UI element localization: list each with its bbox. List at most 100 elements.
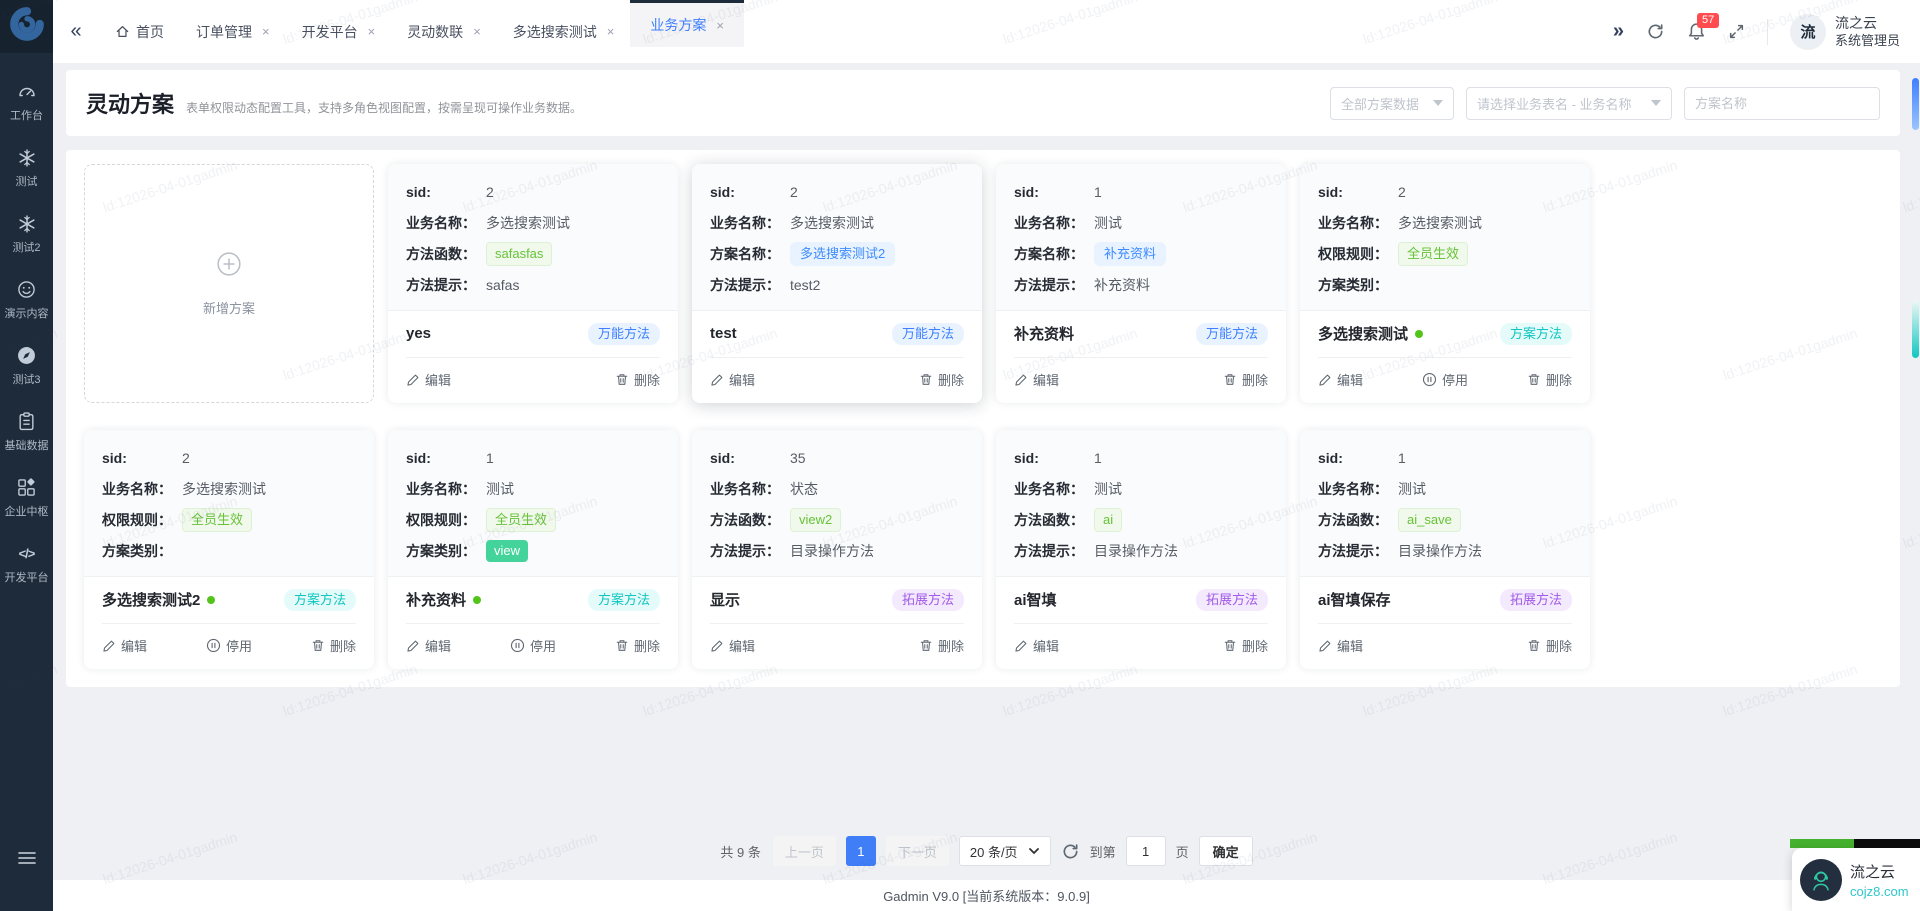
sidebar-item-测试3[interactable]: 测试3 [0, 333, 53, 399]
chat-widget[interactable]: 流之云 cojz8.com [1792, 848, 1920, 911]
tab-业务方案[interactable]: 业务方案× [630, 0, 744, 47]
scrollbar-thumb-top[interactable] [1912, 78, 1919, 130]
plus-circle-icon [216, 251, 242, 282]
table-filter-select[interactable]: 请选择业务表名 - 业务名称 [1466, 87, 1672, 120]
tab-灵动数联[interactable]: 灵动数联× [391, 0, 497, 63]
plan-name: 多选搜索测试2 [102, 589, 215, 610]
smiley-icon [17, 280, 37, 300]
pagination: 共 9 条 上一页 1 下一页 20 条/页 到第 页 确定 [720, 836, 1252, 866]
card-field-row: 方法提示：目录操作方法 [710, 535, 964, 566]
delete-icon [919, 372, 933, 387]
expand-tabs-icon[interactable]: » [1613, 20, 1624, 43]
field-label: 业务名称： [1014, 213, 1094, 233]
card-field-row: 方案类别： [102, 535, 356, 566]
method-type-badge: 万能方法 [892, 323, 964, 345]
field-value: 1 [1094, 184, 1102, 200]
next-page-button[interactable]: 下一页 [886, 836, 949, 866]
goto-confirm-button[interactable]: 确定 [1199, 836, 1253, 866]
编辑-action-button[interactable]: 编辑 [102, 636, 147, 655]
sidebar-item-工作台[interactable]: 工作台 [0, 69, 53, 135]
add-plan-card[interactable]: 新增方案 [84, 164, 374, 403]
page-size-select[interactable]: 20 条/页 [959, 836, 1051, 866]
add-plan-label: 新增方案 [203, 298, 255, 317]
scrollbar-thumb[interactable] [1912, 300, 1919, 358]
collapse-tabs-icon[interactable]: « [53, 0, 99, 63]
删除-action-button[interactable]: 删除 [1527, 370, 1572, 389]
card-name-row: 多选搜索测试方案方法 [1300, 310, 1590, 357]
card-info: sid:1业务名称：测试方法函数：ai_save方法提示：目录操作方法 [1300, 430, 1590, 576]
sidebar-item-演示内容[interactable]: 演示内容 [0, 267, 53, 333]
编辑-action-button[interactable]: 编辑 [406, 636, 451, 655]
delete-icon [311, 638, 325, 653]
删除-action-button[interactable]: 删除 [919, 370, 964, 389]
编辑-action-button[interactable]: 编辑 [1014, 636, 1059, 655]
删除-action-button[interactable]: 删除 [1223, 370, 1268, 389]
plan-name-input[interactable] [1684, 87, 1880, 120]
编辑-action-button[interactable]: 编辑 [1318, 636, 1363, 655]
field-label: sid: [102, 450, 182, 466]
删除-action-button[interactable]: 删除 [1223, 636, 1268, 655]
编辑-action-button[interactable]: 编辑 [406, 370, 451, 389]
field-value: safas [486, 277, 519, 293]
删除-action-button[interactable]: 删除 [311, 636, 356, 655]
tab-close-icon[interactable]: × [368, 24, 376, 39]
action-label: 删除 [1242, 370, 1268, 389]
编辑-action-button[interactable]: 编辑 [710, 370, 755, 389]
删除-action-button[interactable]: 删除 [615, 636, 660, 655]
编辑-action-button[interactable]: 编辑 [1014, 370, 1059, 389]
停用-action-button[interactable]: 停用 [1422, 370, 1468, 389]
tab-close-icon[interactable]: × [607, 24, 615, 39]
card-field-row: 方法提示：目录操作方法 [1014, 535, 1268, 566]
sidebar-item-基础数据[interactable]: 基础数据 [0, 399, 53, 465]
field-label: 业务名称： [406, 213, 486, 233]
停用-action-button[interactable]: 停用 [510, 636, 556, 655]
card-field-row: 方案名称：补充资料 [1014, 238, 1268, 269]
编辑-action-button[interactable]: 编辑 [710, 636, 755, 655]
编辑-action-button[interactable]: 编辑 [1318, 370, 1363, 389]
tab-close-icon[interactable]: × [473, 24, 481, 39]
goto-page-input[interactable] [1126, 836, 1166, 866]
sidebar-collapse-button[interactable] [0, 850, 53, 871]
tab-close-icon[interactable]: × [262, 24, 270, 39]
chat-minimized-strip[interactable] [1790, 839, 1920, 848]
停用-action-button[interactable]: 停用 [206, 636, 252, 655]
edit-icon [102, 639, 116, 653]
action-label: 删除 [634, 636, 660, 655]
删除-action-button[interactable]: 删除 [1527, 636, 1572, 655]
tab-多选搜索测试[interactable]: 多选搜索测试× [497, 0, 631, 63]
scope-filter-select[interactable]: 全部方案数据 [1330, 87, 1454, 120]
sidebar-item-开发平台[interactable]: </>开发平台 [0, 531, 53, 597]
notification-bell-icon[interactable]: 57 [1687, 22, 1706, 41]
tab-首页[interactable]: 首页 [99, 0, 180, 63]
prev-page-button[interactable]: 上一页 [773, 836, 836, 866]
field-label: 方案名称： [1014, 244, 1094, 264]
tab-开发平台[interactable]: 开发平台× [286, 0, 392, 63]
field-tag: 补充资料 [1094, 242, 1166, 266]
home-icon [115, 24, 130, 39]
pagination-refresh-icon[interactable] [1061, 842, 1080, 861]
edit-icon [1318, 373, 1332, 387]
field-label: 业务名称： [406, 479, 486, 499]
sidebar-item-企业中枢[interactable]: 企业中枢 [0, 465, 53, 531]
field-value: 多选搜索测试 [790, 213, 874, 233]
tab-订单管理[interactable]: 订单管理× [180, 0, 286, 63]
user-menu[interactable]: 流 流之云 系统管理员 [1790, 14, 1900, 50]
page-number-button[interactable]: 1 [846, 836, 876, 866]
pagination-total: 共 9 条 [720, 842, 760, 861]
tab-close-icon[interactable]: × [716, 18, 724, 33]
fullscreen-icon[interactable] [1728, 23, 1745, 40]
sidebar-menu: 工作台测试测试2演示内容测试3基础数据企业中枢</>开发平台 [0, 53, 53, 597]
删除-action-button[interactable]: 删除 [615, 370, 660, 389]
field-value: test2 [790, 277, 820, 293]
sidebar-item-测试2[interactable]: 测试2 [0, 201, 53, 267]
card-name-row: yes万能方法 [388, 310, 678, 357]
refresh-icon[interactable] [1646, 22, 1665, 41]
card-field-row: sid:2 [1318, 176, 1572, 207]
app-logo[interactable] [0, 0, 53, 53]
field-label: 权限规则： [406, 510, 486, 530]
card-field-row: 权限规则：全员生效 [1318, 238, 1572, 269]
plan-name: 多选搜索测试 [1318, 323, 1423, 344]
sidebar-item-测试[interactable]: 测试 [0, 135, 53, 201]
plan-card-ai智填: sid:1业务名称：测试方法函数：ai方法提示：目录操作方法ai智填拓展方法编辑… [996, 430, 1286, 669]
删除-action-button[interactable]: 删除 [919, 636, 964, 655]
